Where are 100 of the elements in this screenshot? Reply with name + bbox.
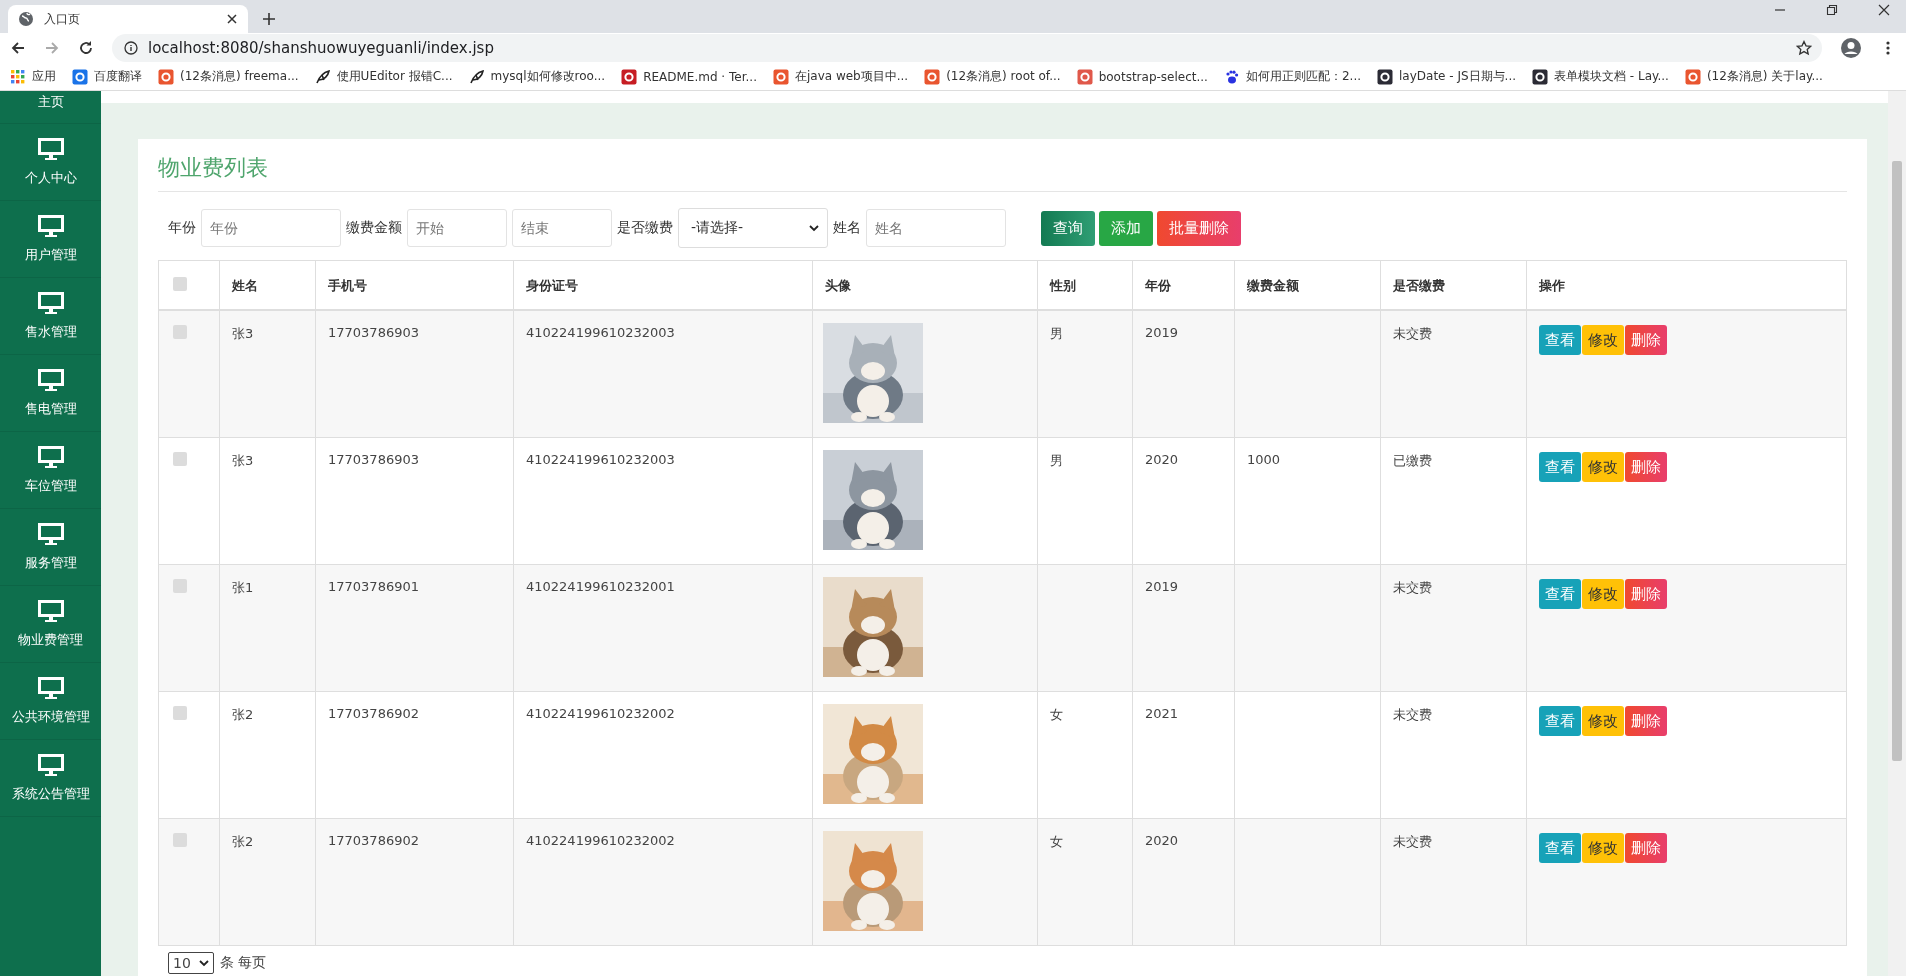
- row-checkbox[interactable]: [173, 452, 187, 466]
- site-icon: [158, 68, 174, 85]
- column-header: 缴费金额: [1247, 278, 1299, 293]
- page-size-dropdown[interactable]: 10: [168, 952, 214, 974]
- year-cell: 2019: [1145, 579, 1179, 594]
- search-button[interactable]: 查询: [1041, 210, 1095, 246]
- delete-button[interactable]: 批量删除: [1157, 210, 1241, 246]
- status-cell: 未交费: [1393, 326, 1432, 341]
- row-checkbox[interactable]: [173, 579, 187, 593]
- back-icon[interactable]: [10, 40, 26, 56]
- close-icon[interactable]: [1878, 3, 1890, 16]
- name-cell: 张3: [232, 453, 254, 468]
- new-tab-icon[interactable]: [262, 12, 276, 26]
- site-icon: [621, 68, 638, 85]
- delete-button[interactable]: 删除: [1625, 452, 1667, 482]
- id-number-cell: 410224199610232003: [526, 452, 675, 467]
- year-field[interactable]: 年份: [201, 209, 341, 247]
- id-number-cell: 410224199610232003: [526, 325, 675, 340]
- edit-button[interactable]: 修改: [1582, 833, 1624, 863]
- caret-icon: [809, 223, 819, 233]
- feather-icon: [468, 68, 485, 85]
- edit-button[interactable]: 修改: [1582, 452, 1624, 482]
- bookmark[interactable]: 如何用正则匹配：2...: [1223, 68, 1361, 85]
- site-icon: [924, 68, 941, 85]
- apps-grid-icon: [10, 68, 26, 85]
- monitor-icon: [36, 599, 65, 623]
- monitor-icon: [36, 753, 65, 777]
- phone-cell: 17703786901: [328, 579, 419, 594]
- phone-cell: 17703786902: [328, 706, 419, 721]
- reload-icon[interactable]: [78, 40, 94, 56]
- info-icon: [124, 41, 138, 55]
- status-cell: 未交费: [1393, 834, 1432, 849]
- id-number-cell: 410224199610232002: [526, 706, 675, 721]
- delete-button[interactable]: 删除: [1625, 579, 1667, 609]
- gender-cell: 男: [1050, 326, 1063, 341]
- field-label: 年份: [168, 219, 196, 237]
- site-icon: [1684, 68, 1701, 85]
- caret-icon: [199, 958, 209, 968]
- bookmark[interactable]: (12条消息) root of...: [924, 68, 1061, 85]
- browser-tab[interactable]: 入口页: [8, 5, 248, 33]
- bookmark[interactable]: bootstrap-select...: [1076, 68, 1208, 85]
- bookmark[interactable]: 使用UEditor 报错C...: [314, 68, 453, 85]
- address-bar[interactable]: localhost:8080/shanshuowuyeguanli/index.jsp: [112, 34, 1822, 62]
- delete-button[interactable]: 删除: [1625, 706, 1667, 736]
- name-cell: 张3: [232, 326, 254, 341]
- bookmark[interactable]: mysql如何修改roo...: [468, 68, 606, 85]
- status-cell: 未交费: [1393, 580, 1432, 595]
- column-header: 手机号: [328, 278, 367, 293]
- name-cell: 张2: [232, 707, 254, 722]
- row-checkbox[interactable]: [173, 833, 187, 847]
- phone-cell: 17703786902: [328, 833, 419, 848]
- monitor-icon: [36, 522, 65, 546]
- bookmark[interactable]: 表单模块文档 - Lay...: [1532, 68, 1669, 85]
- star-icon[interactable]: [1796, 40, 1812, 56]
- edit-button[interactable]: 修改: [1582, 325, 1624, 355]
- column-header: 年份: [1145, 278, 1171, 293]
- year-cell: 2020: [1145, 452, 1179, 467]
- field-label: 缴费金额: [346, 219, 402, 237]
- site-icon: [772, 68, 789, 85]
- name-field[interactable]: 姓名: [866, 209, 1006, 247]
- site-icon: [72, 68, 88, 85]
- bookmark[interactable]: layDate - JS日期与...: [1377, 68, 1517, 85]
- monitor-icon: [36, 137, 65, 161]
- delete-button[interactable]: 删除: [1625, 833, 1667, 863]
- monitor-icon: [36, 445, 65, 469]
- status-cell: 未交费: [1393, 707, 1432, 722]
- feather-icon: [314, 68, 331, 85]
- bookmark[interactable]: 应用: [10, 68, 56, 85]
- bookmark[interactable]: (12条消息) freema...: [158, 68, 299, 85]
- add-button[interactable]: 添加: [1099, 210, 1153, 246]
- column-header: 头像: [825, 278, 851, 293]
- edit-button[interactable]: 修改: [1582, 579, 1624, 609]
- column-header: 操作: [1539, 278, 1565, 293]
- year-cell: 2020: [1145, 833, 1179, 848]
- status-cell: 已缴费: [1393, 453, 1432, 468]
- close-icon[interactable]: [226, 13, 238, 25]
- globe-icon: [18, 11, 34, 27]
- bookmark[interactable]: 在java web项目中...: [772, 68, 909, 85]
- bookmark[interactable]: 百度翻译: [72, 68, 142, 85]
- phone-cell: 17703786903: [328, 325, 419, 340]
- delete-button[interactable]: 删除: [1625, 325, 1667, 355]
- site-icon: [1377, 68, 1393, 85]
- monitor-icon: [36, 214, 65, 238]
- bookmark[interactable]: README.md · Ter...: [621, 68, 757, 85]
- bookmark[interactable]: (12条消息) 关于lay...: [1684, 68, 1823, 85]
- gender-cell: 女: [1050, 834, 1063, 849]
- tab-title: 入口页: [44, 10, 81, 28]
- account-icon[interactable]: [1840, 37, 1862, 59]
- select-all-checkbox[interactable]: [173, 277, 187, 291]
- monitor-icon: [36, 368, 65, 392]
- amount-to-field[interactable]: 结束: [512, 209, 612, 247]
- row-checkbox[interactable]: [173, 706, 187, 720]
- scrollbar-thumb[interactable]: [1892, 161, 1902, 761]
- row-checkbox[interactable]: [173, 325, 187, 339]
- paid-dropdown[interactable]: -请选择-: [678, 208, 828, 248]
- id-number-cell: 410224199610232001: [526, 579, 675, 594]
- amount-cell: 1000: [1247, 452, 1281, 467]
- restore-icon[interactable]: [1826, 3, 1838, 16]
- edit-button[interactable]: 修改: [1582, 706, 1624, 736]
- amount-from-field[interactable]: 开始: [407, 209, 507, 247]
